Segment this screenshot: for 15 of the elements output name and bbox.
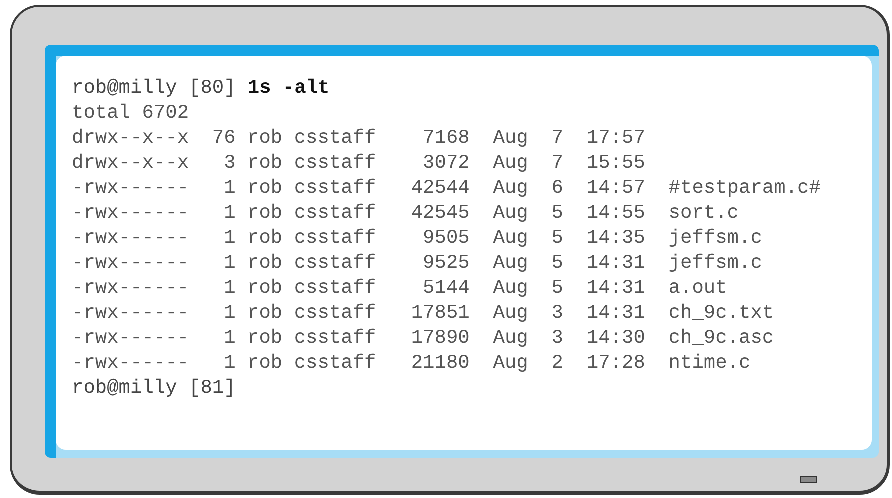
terminal-output-line: drwx--x--x 76 rob csstaff 7168 Aug 7 17:57 [72,126,646,151]
terminal-output-line: -rwx------ 1 rob csstaff 9525 Aug 5 14:31 jeffsm.c [72,251,762,276]
terminal-output-line: -rwx------ 1 rob csstaff 17890 Aug 3 14:30 ch_9c.asc [72,326,774,351]
typed-command: 1s -alt [248,76,330,101]
power-indicator-light [800,476,817,483]
terminal-output-line: -rwx------ 1 rob csstaff 9505 Aug 5 14:35 jeffsm.c [72,226,762,251]
shell-prompt: rob@milly [81] [72,376,236,401]
terminal-output-line: total 6702 [72,101,190,126]
shell-prompt: rob@milly [80] [72,76,236,101]
terminal-output-line: -rwx------ 1 rob csstaff 17851 Aug 3 14:31 ch_9c.txt [72,301,774,326]
terminal-output-line: -rwx------ 1 rob csstaff 42544 Aug 6 14:57 #testparam.c# [72,176,821,201]
terminal-output-line: -rwx------ 1 rob csstaff 42545 Aug 5 14:55 sort.c [72,201,740,226]
terminal-output-line: drwx--x--x 3 rob csstaff 3072 Aug 7 15:55 [72,151,646,176]
terminal-output-line: -rwx------ 1 rob csstaff 21180 Aug 2 17:28 ntime.c [72,351,751,376]
terminal-output-line: -rwx------ 1 rob csstaff 5144 Aug 5 14:31 a.out [72,276,728,301]
